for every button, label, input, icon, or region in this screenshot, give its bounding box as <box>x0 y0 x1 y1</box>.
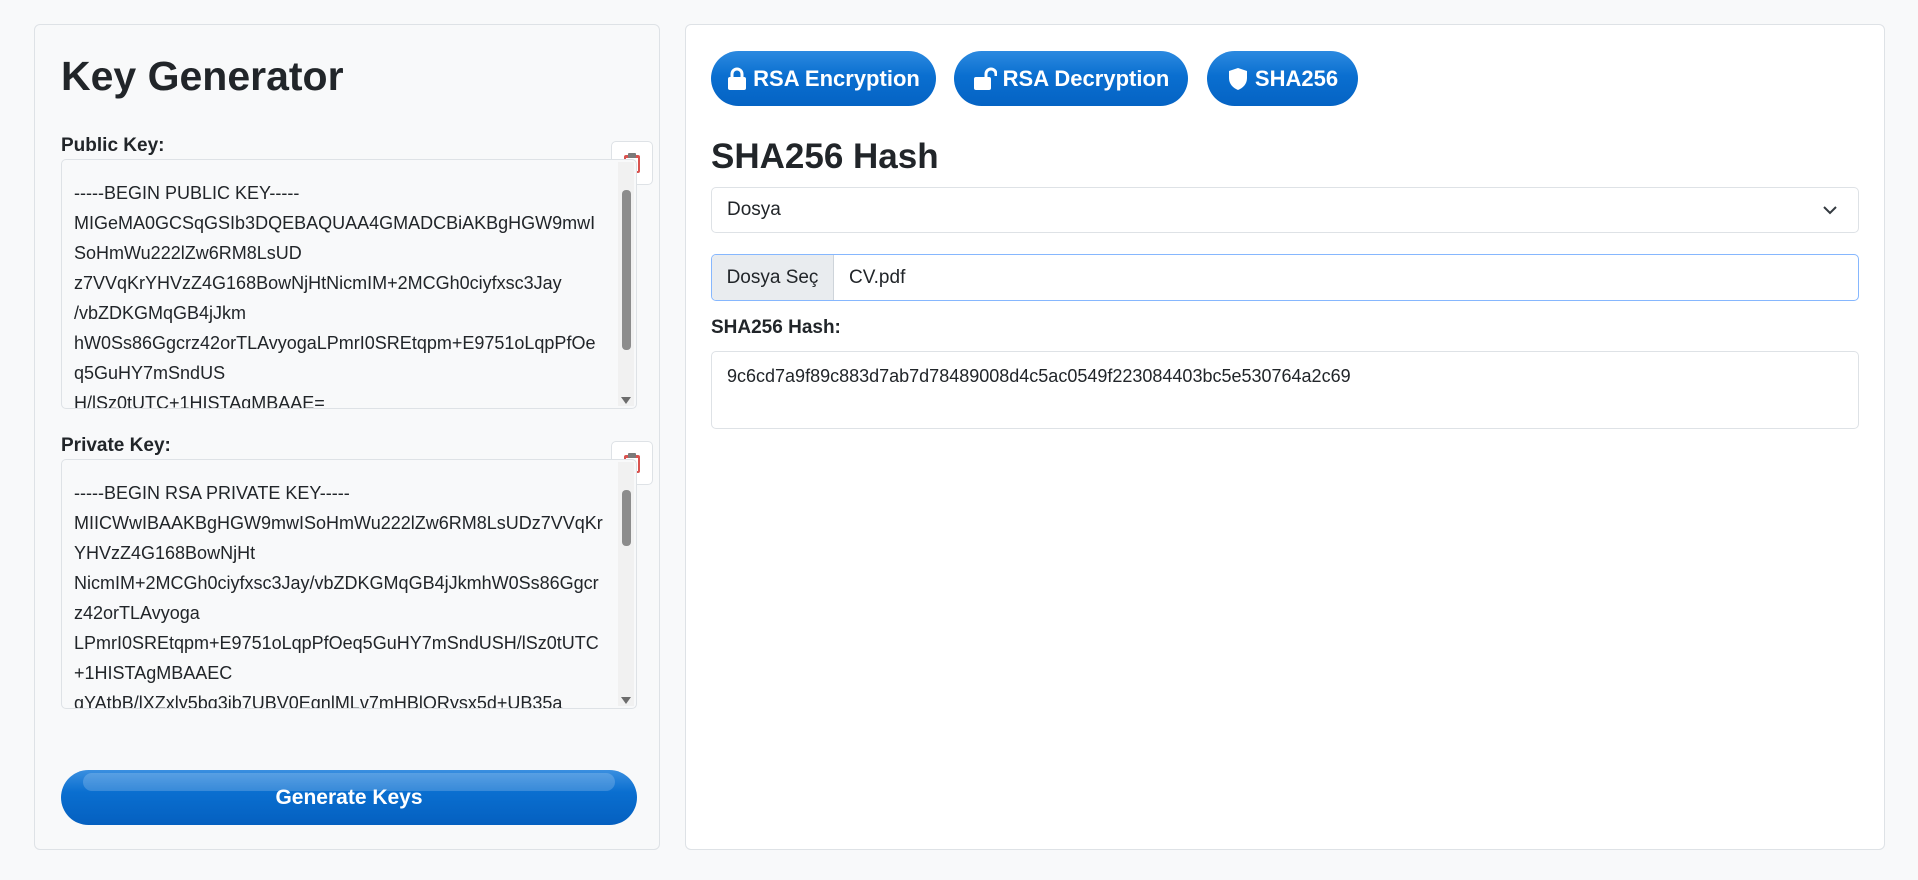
private-key-scrollbar[interactable] <box>618 462 634 706</box>
lock-icon <box>728 67 747 90</box>
hash-mode-value: Dosya <box>727 199 781 220</box>
scroll-down-arrow-icon[interactable] <box>621 697 631 704</box>
key-generator-panel: Key Generator Public Key: -----BEGIN PUB… <box>34 24 660 850</box>
scroll-down-arrow-icon[interactable] <box>621 397 631 404</box>
selected-file-name: CV.pdf <box>849 266 906 288</box>
public-key-text: -----BEGIN PUBLIC KEY----- MIGeMA0GCSqGS… <box>74 183 596 409</box>
hash-output-label: SHA256 Hash: <box>711 317 841 338</box>
tab-rsa-encryption[interactable]: RSA Encryption <box>711 51 936 106</box>
tools-panel: RSA Encryption RSA Decryption SHA256 SHA… <box>685 24 1885 850</box>
unlock-icon <box>973 67 997 90</box>
sha256-title: SHA256 Hash <box>711 137 939 176</box>
hash-mode-select[interactable]: Dosya <box>711 187 1859 233</box>
hash-output-field[interactable]: 9c6cd7a9f89c883d7ab7d78489008d4c5ac0549f… <box>711 351 1859 429</box>
private-key-label: Private Key: <box>61 435 171 456</box>
public-key-label: Public Key: <box>61 135 165 156</box>
private-key-text: -----BEGIN RSA PRIVATE KEY----- MIICWwIB… <box>74 483 603 709</box>
tab-rsa-decryption[interactable]: RSA Decryption <box>954 51 1188 106</box>
scroll-thumb[interactable] <box>622 490 631 546</box>
public-key-scrollbar[interactable] <box>618 162 634 406</box>
private-key-textarea[interactable]: -----BEGIN RSA PRIVATE KEY----- MIICWwIB… <box>61 459 637 709</box>
choose-file-button[interactable]: Dosya Seç <box>712 255 834 300</box>
generate-keys-label: Generate Keys <box>275 785 423 809</box>
shield-icon <box>1228 67 1247 90</box>
file-input[interactable]: Dosya Seç CV.pdf <box>711 254 1859 301</box>
public-key-textarea[interactable]: -----BEGIN PUBLIC KEY----- MIGeMA0GCSqGS… <box>61 159 637 409</box>
tab-sha256[interactable]: SHA256 <box>1207 51 1358 106</box>
generate-keys-button[interactable]: Generate Keys <box>61 770 637 825</box>
key-generator-title: Key Generator <box>61 53 344 99</box>
chevron-down-icon <box>1823 206 1837 215</box>
tab-rsa-encryption-label: RSA Encryption <box>753 65 920 91</box>
tab-rsa-decryption-label: RSA Decryption <box>1002 65 1170 91</box>
tab-sha256-label: SHA256 <box>1254 65 1339 91</box>
scroll-thumb[interactable] <box>622 190 631 350</box>
